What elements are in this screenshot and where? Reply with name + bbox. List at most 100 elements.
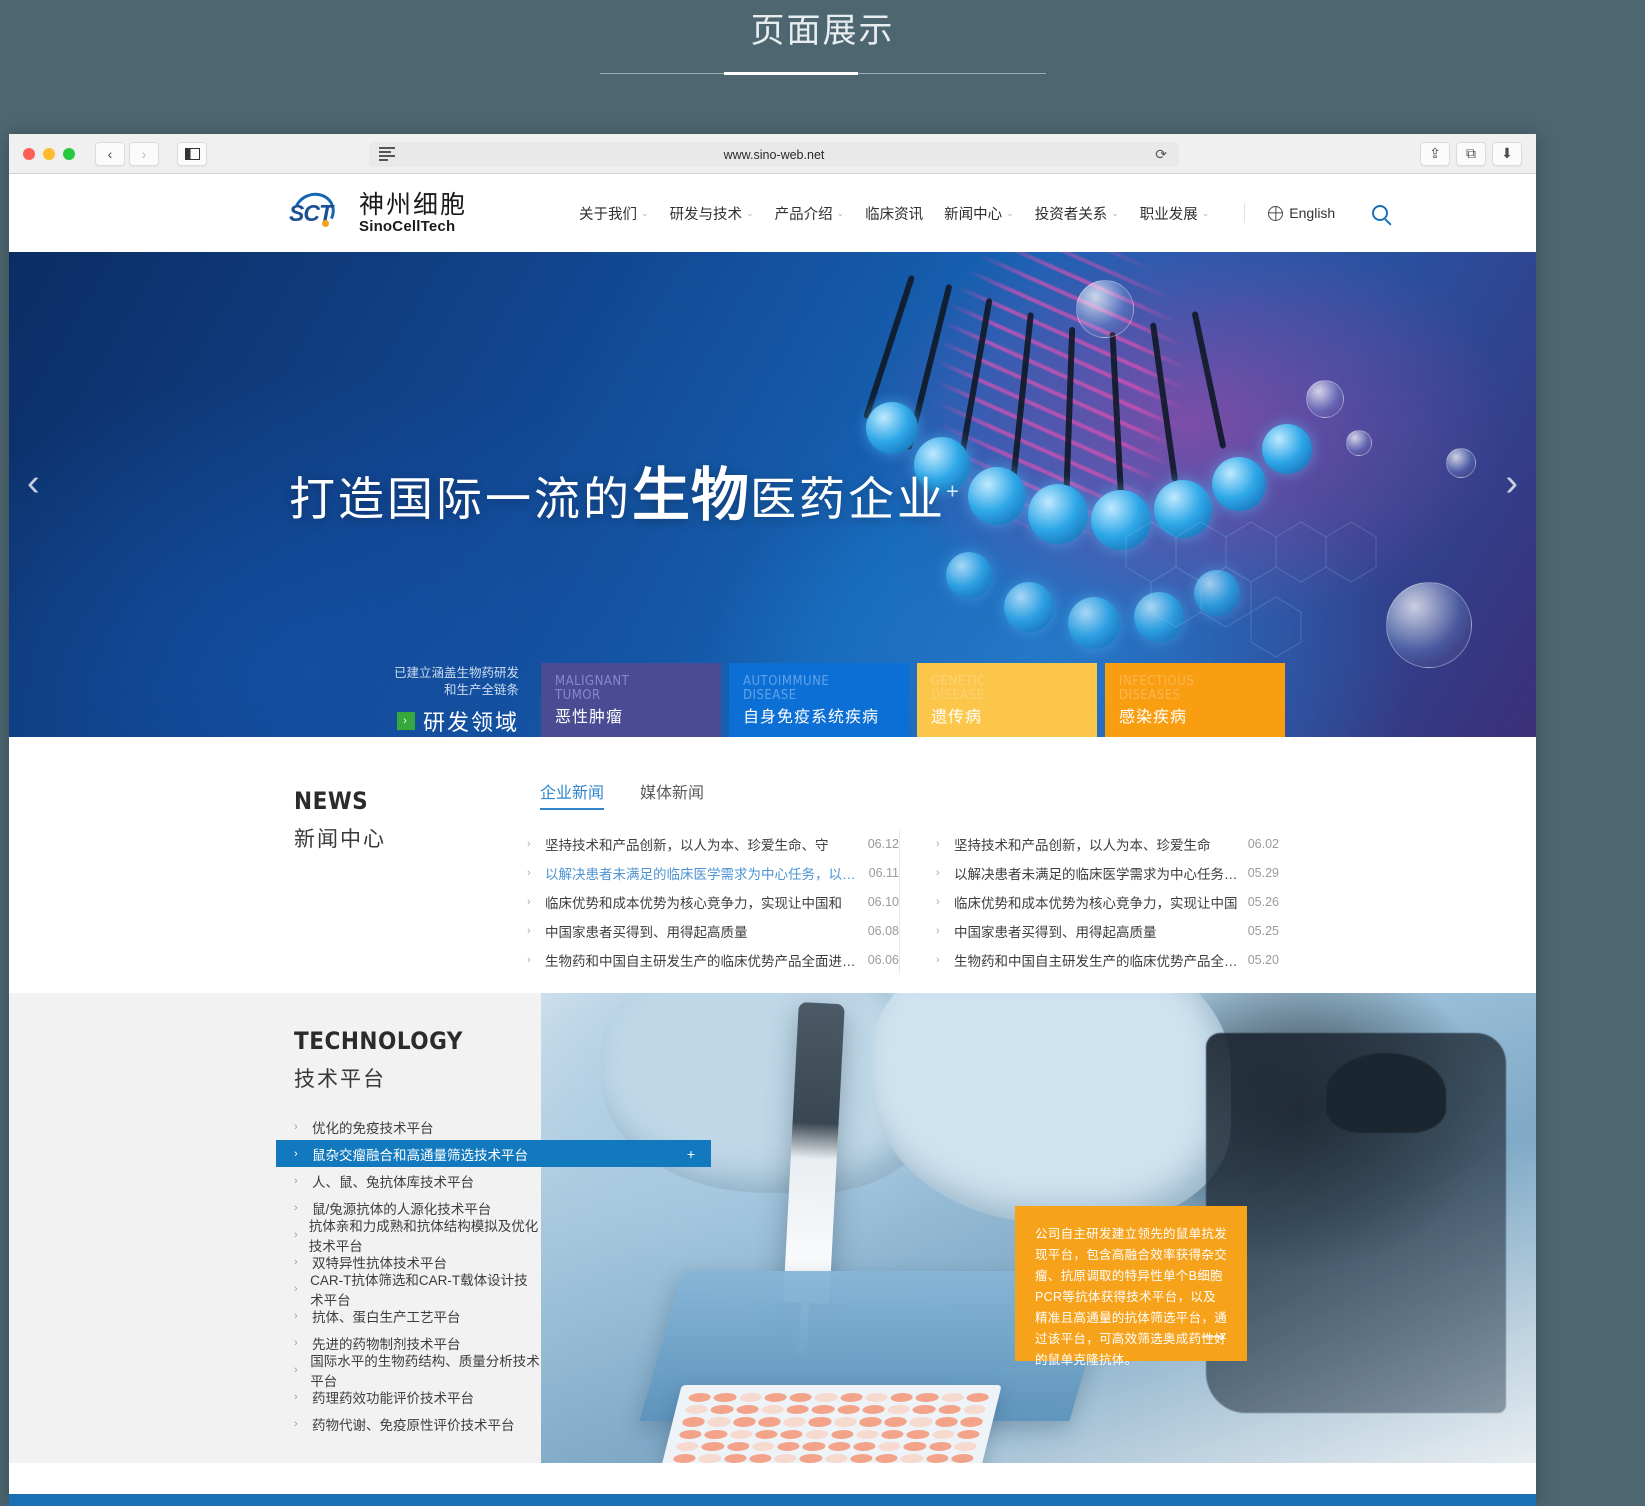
tech-item-11[interactable]: › 药物代谢、免疫原性评价技术平台 — [276, 1410, 541, 1437]
page-heading-block: 页面展示 — [0, 0, 1645, 75]
chevron-down-icon: ⌄ — [1111, 207, 1119, 218]
close-window-button[interactable] — [23, 147, 35, 160]
back-button[interactable]: ‹ — [95, 141, 125, 166]
arrow-right-icon[interactable]: ⟶ — [1202, 1327, 1225, 1347]
tech-item-1-selected[interactable]: › 鼠杂交瘤融合和高通量筛选技术平台 + — [276, 1140, 711, 1167]
tech-item-0[interactable]: › 优化的免疫技术平台 — [276, 1113, 541, 1140]
tech-item-label: 抗体、蛋白生产工艺平台 — [312, 1309, 461, 1325]
news-item[interactable]: › 临床优势和成本优势为核心竞争力，实现让中国和 06.10 — [527, 887, 899, 916]
tech-item-label: 药理药效功能评价技术平台 — [312, 1390, 474, 1406]
site-logo[interactable]: SCT 神州细胞 SinoCellTech — [287, 186, 468, 238]
chevron-right-icon: › — [294, 1174, 298, 1187]
carousel-prev-arrow[interactable]: ‹ — [27, 464, 40, 502]
tech-item-7[interactable]: › 抗体、蛋白生产工艺平台 — [276, 1302, 541, 1329]
nav-item-investors[interactable]: 投资者关系 ⌄ — [1035, 203, 1119, 224]
nav-item-rd-technology[interactable]: 研发与技术 ⌄ — [670, 203, 754, 224]
card-genetic-disease[interactable]: GENETIC DISEASE 遗传病 — [917, 663, 1097, 737]
microplate — [660, 1385, 1002, 1463]
nav-item-products[interactable]: 产品介绍 ⌄ — [775, 203, 845, 224]
address-bar[interactable]: www.sino-web.net ⟳ — [369, 142, 1179, 167]
news-title: 以解决患者未满足的临床医学需求为中心任务，以产 — [954, 866, 1238, 882]
news-item[interactable]: › 坚持技术和产品创新，以人为本、珍爱生命 06.02 — [936, 829, 1279, 858]
card-en-line2: DISEASES — [1119, 688, 1181, 703]
card-autoimmune-disease[interactable]: AUTOIMMUNE DISEASE 自身免疫系统疾病 — [729, 663, 909, 737]
tech-item-2[interactable]: › 人、鼠、兔抗体库技术平台 — [276, 1167, 541, 1194]
news-column-left: › 坚持技术和产品创新，以人为本、珍爱生命、守 06.12 › 以解决患者未满足… — [527, 829, 899, 974]
card-cn-label: 恶性肿瘤 — [555, 709, 624, 726]
tabs-overview-icon[interactable]: ⧉ — [1456, 141, 1486, 166]
forward-button[interactable]: › — [129, 141, 159, 166]
reload-icon[interactable]: ⟳ — [1155, 146, 1167, 163]
nav-item-careers[interactable]: 职业发展 ⌄ — [1140, 203, 1210, 224]
technology-callout-box: 公司自主研发建立领先的鼠单抗发现平台，包含高融合效率获得杂交瘤、抗原调取的特异性… — [1015, 1206, 1247, 1367]
language-switcher[interactable]: English — [1268, 205, 1335, 221]
card-infectious-diseases[interactable]: INFECTIOUS DISEASES 感染疾病 — [1105, 663, 1285, 737]
site-header: SCT 神州细胞 SinoCellTech 关于我们 ⌄ 研发与技术 ⌄ 产品介… — [9, 174, 1536, 252]
tech-item-10[interactable]: › 药理药效功能评价技术平台 — [276, 1383, 541, 1410]
chevron-down-icon: ⌄ — [641, 207, 649, 218]
nav-label: 临床资讯 — [865, 206, 924, 223]
tab-media-news[interactable]: 媒体新闻 — [640, 779, 704, 810]
tech-item-label: 人、鼠、兔抗体库技术平台 — [312, 1174, 474, 1190]
news-item[interactable]: › 中国家患者买得到、用得起高质量 05.25 — [936, 916, 1279, 945]
news-date: 05.29 — [1247, 865, 1279, 880]
nav-item-news[interactable]: 新闻中心 ⌄ — [944, 203, 1014, 224]
news-item[interactable]: › 生物药和中国自主研发生产的临床优势产品全面进入发达国 06.06 — [527, 945, 899, 974]
downloads-icon[interactable]: ⬇ — [1492, 141, 1522, 166]
reader-view-icon[interactable] — [379, 147, 395, 161]
tech-item-9[interactable]: › 国际水平的生物药结构、质量分析技术平台 — [276, 1354, 541, 1389]
nav-label: 关于我们 — [579, 206, 638, 223]
tech-item-6[interactable]: › CAR-T抗体筛选和CAR-T载体设计技术平台 — [276, 1273, 541, 1308]
chevron-down-icon: ⌄ — [1006, 207, 1014, 218]
chevron-right-icon: › — [527, 895, 531, 908]
news-item[interactable]: › 坚持技术和产品创新，以人为本、珍爱生命、守 06.12 — [527, 829, 899, 858]
chevron-right-icon: › — [527, 953, 531, 966]
microscope-lens — [1326, 1053, 1446, 1133]
card-en-line2: TUMOR — [555, 688, 601, 703]
card-en-line1: AUTOIMMUNE — [743, 674, 830, 689]
news-columns: › 坚持技术和产品创新，以人为本、珍爱生命、守 06.12 › 以解决患者未满足… — [527, 829, 1279, 974]
chevron-right-icon: › — [294, 1417, 298, 1430]
news-date: 05.26 — [1247, 894, 1279, 909]
title-divider — [599, 72, 1046, 75]
chevron-right-icon: › — [936, 837, 940, 850]
rd-domains-label: 研发领域 — [422, 710, 519, 735]
plus-icon[interactable]: + — [687, 1146, 695, 1162]
news-item[interactable]: › 临床优势和成本优势为核心竞争力，实现让中国 05.26 — [936, 887, 1279, 916]
news-date: 06.08 — [867, 923, 899, 938]
window-controls — [23, 147, 75, 160]
news-date: 06.12 — [867, 836, 899, 851]
chevron-right-icon: › — [936, 895, 940, 908]
hero-footer: 已建立涵盖生物药研发 和生产全链条 › 研发领域 MALIGNANT TUMOR… — [9, 659, 1536, 737]
tab-corporate-news[interactable]: 企业新闻 — [540, 779, 605, 810]
nav-divider — [1244, 203, 1246, 223]
news-title: 中国家患者买得到、用得起高质量 — [954, 924, 1157, 940]
maximize-window-button[interactable] — [63, 147, 75, 160]
news-item[interactable]: › 生物药和中国自主研发生产的临床优势产品全面进入发 05.20 — [936, 945, 1279, 974]
news-heading-block: NEWS 新闻中心 — [294, 787, 386, 853]
news-title: 坚持技术和产品创新，以人为本、珍爱生命 — [954, 837, 1211, 853]
nav-item-clinical[interactable]: 临床资讯 — [865, 203, 923, 224]
card-malignant-tumor[interactable]: MALIGNANT TUMOR 恶性肿瘤 — [541, 663, 721, 737]
search-icon[interactable] — [1372, 205, 1389, 221]
news-title: 临床优势和成本优势为核心竞争力，实现让中国和 — [545, 895, 842, 911]
share-icon[interactable]: ⇪ — [1420, 141, 1450, 166]
carousel-next-arrow[interactable]: › — [1505, 464, 1518, 502]
nav-item-about[interactable]: 关于我们 ⌄ — [579, 203, 649, 224]
chevron-right-icon: › — [294, 1147, 298, 1160]
logo-name-cn: 神州细胞 — [359, 190, 468, 219]
news-item[interactable]: › 以解决患者未满足的临床医学需求为中心任务，以产品 06.11 — [527, 858, 899, 887]
minimize-window-button[interactable] — [43, 147, 55, 160]
sidebar-toggle-icon[interactable] — [177, 141, 207, 166]
tech-item-4[interactable]: › 抗体亲和力成熟和抗体结构模拟及优化技术平台 — [276, 1219, 541, 1254]
news-item[interactable]: › 以解决患者未满足的临床医学需求为中心任务，以产 05.29 — [936, 858, 1279, 887]
chevron-right-icon: › — [294, 1255, 298, 1268]
tech-item-label: 药物代谢、免疫原性评价技术平台 — [312, 1417, 515, 1433]
news-item[interactable]: › 中国家患者买得到、用得起高质量 06.08 — [527, 916, 899, 945]
globe-icon — [1268, 205, 1284, 221]
rd-domains-cta[interactable]: › 研发领域 — [289, 705, 519, 737]
card-en-line1: GENETIC — [931, 674, 986, 689]
card-cn-label: 遗传病 — [931, 709, 983, 726]
nav-label: 研发与技术 — [669, 206, 743, 223]
gloved-hand-right — [871, 993, 1231, 1223]
